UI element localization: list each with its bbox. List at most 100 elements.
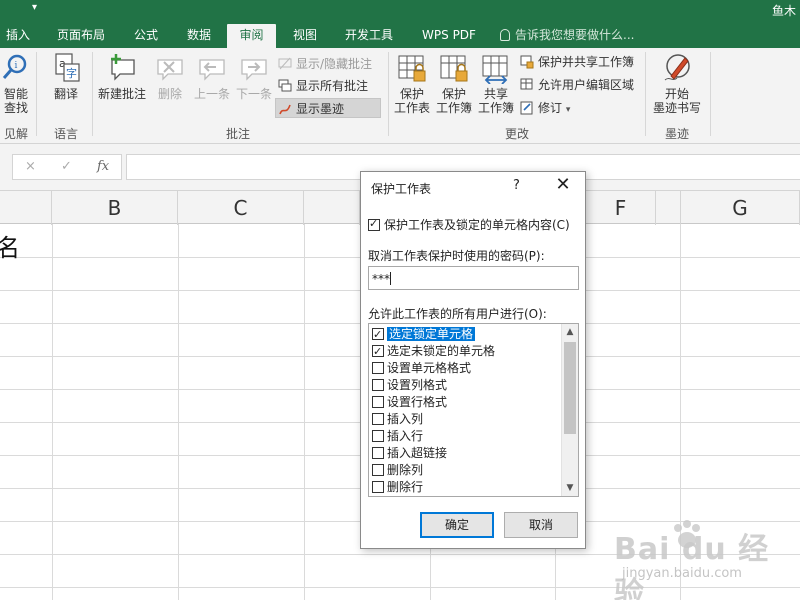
permission-checkbox[interactable] — [372, 464, 384, 476]
delete-comment-icon — [154, 52, 186, 84]
permission-item[interactable]: 删除列 — [370, 462, 560, 479]
ink-icon — [278, 102, 292, 116]
permission-checkbox[interactable] — [372, 447, 384, 459]
tab-developer[interactable]: 开发工具 — [336, 24, 402, 48]
permission-label: 插入列 — [387, 412, 424, 426]
permission-label: 设置单元格格式 — [387, 361, 472, 375]
user-name[interactable]: 鱼木 — [772, 2, 796, 19]
lightbulb-icon — [500, 29, 510, 41]
column-header-c[interactable]: C — [178, 191, 304, 225]
show-ink-button[interactable]: 显示墨迹 — [275, 98, 381, 118]
show-hide-comment-button[interactable]: 显示/隐藏批注 — [276, 54, 372, 74]
search-icon: i — [0, 52, 32, 84]
column-header-f[interactable]: F — [586, 191, 656, 225]
smart-lookup-label-2: 查找 — [3, 101, 28, 115]
scroll-down-icon[interactable]: ▼ — [562, 480, 578, 496]
new-comment-button[interactable]: 新建批注 — [96, 52, 148, 101]
group-comments-label: 批注 — [225, 127, 250, 141]
close-button[interactable]: ✕ — [553, 175, 573, 195]
column-header-d[interactable] — [304, 191, 360, 225]
protect-workbook-label-1: 保护 — [441, 87, 466, 101]
gridline — [178, 224, 179, 600]
track-changes-icon — [520, 101, 534, 115]
cancel-entry-icon[interactable]: × — [25, 159, 36, 174]
ribbon-separator — [388, 52, 389, 136]
permission-item[interactable]: 设置列格式 — [370, 377, 560, 394]
pen-icon — [661, 52, 693, 84]
permission-item[interactable]: 删除行 — [370, 479, 560, 496]
tab-formulas[interactable]: 公式 — [124, 24, 168, 48]
show-all-comments-button[interactable]: 显示所有批注 — [276, 76, 368, 96]
column-header-b[interactable]: B — [52, 191, 178, 225]
cell-a-header-text[interactable]: 名 — [0, 228, 20, 263]
cancel-button[interactable]: 取消 — [504, 512, 578, 538]
smart-lookup-button[interactable]: i 智能 查找 — [0, 52, 32, 115]
tab-page-layout[interactable]: 页面布局 — [48, 24, 114, 48]
watermark-url: jingyan.baidu.com — [622, 566, 742, 581]
previous-comment-label: 上一条 — [193, 87, 230, 101]
tab-insert[interactable]: 插入 — [0, 24, 36, 48]
formula-controls: × ✓ fx — [12, 154, 122, 180]
help-button[interactable]: ? — [513, 178, 520, 193]
previous-comment-button[interactable]: 上一条 — [190, 52, 234, 101]
protect-workbook-button[interactable]: 保护 工作簿 — [434, 52, 474, 115]
permission-item[interactable]: 选定锁定单元格 — [370, 326, 560, 343]
gridline — [52, 224, 53, 600]
show-hide-comment-label: 显示/隐藏批注 — [296, 57, 373, 71]
ribbon-separator — [92, 52, 93, 136]
permission-item[interactable]: 插入行 — [370, 428, 560, 445]
permission-label: 选定锁定单元格 — [387, 327, 476, 341]
password-label: 取消工作表保护时使用的密码(P): — [368, 249, 545, 263]
column-header-a[interactable] — [0, 191, 52, 225]
permission-item[interactable]: 选定未锁定的单元格 — [370, 343, 560, 360]
ok-button[interactable]: 确定 — [420, 512, 494, 538]
scroll-up-icon[interactable]: ▲ — [562, 324, 578, 340]
tab-view[interactable]: 视图 — [284, 24, 326, 48]
allow-edit-ranges-icon — [520, 78, 534, 92]
column-header-g[interactable]: G — [680, 191, 800, 225]
permission-item[interactable]: 设置行格式 — [370, 394, 560, 411]
permission-checkbox[interactable] — [372, 379, 384, 391]
permission-item[interactable]: 插入列 — [370, 411, 560, 428]
delete-comment-button[interactable]: 删除 — [152, 52, 188, 101]
tab-wps-pdf[interactable]: WPS PDF — [414, 24, 484, 48]
permission-checkbox[interactable] — [372, 481, 384, 493]
password-field[interactable]: *** — [368, 266, 579, 290]
permission-checkbox[interactable] — [372, 413, 384, 425]
start-inking-button[interactable]: 开始 墨迹书写 — [650, 52, 704, 115]
permission-label: 插入超链接 — [387, 446, 448, 460]
protect-sheet-option[interactable]: 保护工作表及锁定的单元格内容(C) — [368, 216, 570, 233]
permission-label: 插入行 — [387, 429, 424, 443]
insert-function-icon[interactable]: fx — [97, 159, 109, 174]
tab-data[interactable]: 数据 — [176, 24, 222, 48]
tell-me-search[interactable]: 告诉我您想要做什么... — [500, 24, 650, 48]
new-comment-icon — [106, 52, 138, 84]
permission-checkbox[interactable] — [372, 396, 384, 408]
protect-sheet-button[interactable]: 保护 工作表 — [392, 52, 432, 115]
confirm-entry-icon[interactable]: ✓ — [61, 159, 72, 174]
protect-sheet-checkbox[interactable] — [368, 217, 380, 231]
permission-checkbox[interactable] — [372, 362, 384, 374]
track-changes-button[interactable]: 修订 ▾ — [518, 98, 570, 118]
permission-checkbox[interactable] — [372, 326, 384, 343]
translate-icon: a字 — [50, 52, 82, 84]
permission-item[interactable]: 设置单元格格式 — [370, 360, 560, 377]
group-insights-label: 见解 — [3, 127, 28, 141]
permission-checkbox[interactable] — [372, 430, 384, 442]
permission-checkbox[interactable] — [372, 343, 384, 360]
permissions-list[interactable]: 选定锁定单元格 选定未锁定的单元格 设置单元格格式 设置列格式 设置行格式 插入… — [368, 323, 579, 497]
permission-label: 删除行 — [387, 480, 424, 494]
quick-access-dropdown-icon[interactable]: ▾ — [32, 2, 37, 13]
translate-button[interactable]: a字 翻译 — [46, 52, 86, 101]
delete-comment-label: 删除 — [157, 87, 182, 101]
permissions-scrollbar[interactable]: ▲ ▼ — [561, 324, 578, 496]
permission-item[interactable]: 插入超链接 — [370, 445, 560, 462]
next-comment-button[interactable]: 下一条 — [234, 52, 274, 101]
scroll-thumb[interactable] — [564, 342, 576, 434]
tab-review[interactable]: 审阅 — [227, 24, 276, 48]
allow-edit-ranges-button[interactable]: 允许用户编辑区域 — [518, 75, 634, 95]
paw-icon — [674, 520, 700, 548]
protect-share-workbook-button[interactable]: 保护并共享工作簿 — [518, 52, 634, 72]
permissions-label: 允许此工作表的所有用户进行(O): — [368, 307, 547, 321]
share-workbook-button[interactable]: 共享 工作簿 — [476, 52, 516, 115]
